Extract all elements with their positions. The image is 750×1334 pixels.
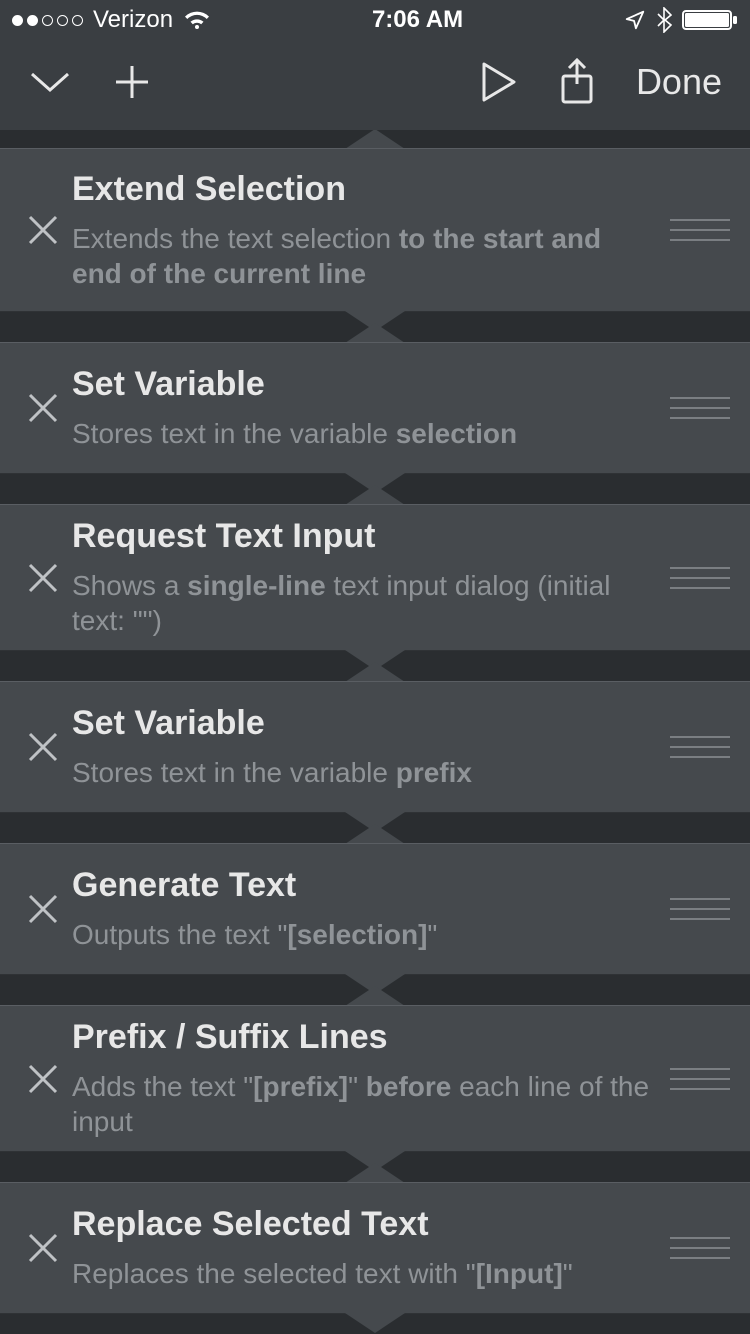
desc-bold: single-line — [187, 570, 325, 601]
step-description: Stores text in the variable prefix — [72, 755, 654, 790]
step-body: Replace Selected Text Replaces the select… — [72, 1205, 670, 1291]
step-title: Extend Selection — [72, 170, 654, 209]
desc-text: Stores text in the variable — [72, 418, 396, 449]
collapse-button[interactable] — [28, 68, 72, 96]
delete-step-button[interactable] — [20, 730, 66, 764]
reorder-handle-icon[interactable] — [670, 898, 730, 920]
status-bar: Verizon 7:06 AM — [0, 0, 750, 40]
step-description: Outputs the text "[selection]" — [72, 917, 654, 952]
desc-bold: prefix — [396, 757, 472, 788]
workflow-step-extend-selection[interactable]: Extend Selection Extends the text selecti… — [0, 148, 750, 312]
desc-bold: [Input] — [476, 1258, 563, 1289]
desc-text: Shows a — [72, 570, 187, 601]
desc-text: Extends the text selection — [72, 223, 399, 254]
steps-end-connector — [0, 1314, 750, 1334]
workflow-step-request-text-input[interactable]: Request Text Input Shows a single-line te… — [0, 504, 750, 651]
desc-text: " — [348, 1071, 366, 1102]
carrier-label: Verizon — [93, 6, 173, 34]
desc-bold: [selection] — [287, 919, 427, 950]
add-button[interactable] — [112, 62, 152, 102]
status-right — [624, 7, 738, 33]
workflow-steps: Extend Selection Extends the text selecti… — [0, 130, 750, 1334]
wifi-icon — [183, 9, 211, 31]
step-connector — [0, 651, 750, 681]
step-body: Prefix / Suffix Lines Adds the text "[pre… — [72, 1018, 670, 1139]
delete-step-button[interactable] — [20, 1062, 66, 1096]
step-connector — [0, 1152, 750, 1182]
desc-text: Stores text in the variable — [72, 757, 396, 788]
step-description: Shows a single-line text input dialog (i… — [72, 568, 654, 638]
step-body: Set Variable Stores text in the variable … — [72, 365, 670, 451]
reorder-handle-icon[interactable] — [670, 1237, 730, 1259]
status-left: Verizon — [12, 6, 211, 34]
delete-step-button[interactable] — [20, 892, 66, 926]
step-title: Set Variable — [72, 365, 654, 404]
step-description: Replaces the selected text with "[Input]… — [72, 1256, 654, 1291]
reorder-handle-icon[interactable] — [670, 736, 730, 758]
step-body: Request Text Input Shows a single-line te… — [72, 517, 670, 638]
desc-text: Outputs the text " — [72, 919, 287, 950]
status-time: 7:06 AM — [372, 6, 463, 34]
desc-text: Replaces the selected text with " — [72, 1258, 476, 1289]
reorder-handle-icon[interactable] — [670, 567, 730, 589]
workflow-step-set-variable-selection[interactable]: Set Variable Stores text in the variable … — [0, 342, 750, 474]
step-connector — [0, 130, 750, 148]
desc-bold: [prefix] — [253, 1071, 348, 1102]
share-button[interactable] — [558, 58, 596, 106]
workflow-step-set-variable-prefix[interactable]: Set Variable Stores text in the variable … — [0, 681, 750, 813]
bluetooth-icon — [656, 7, 672, 33]
signal-strength-icon — [12, 15, 83, 26]
toolbar: Done — [0, 40, 750, 130]
step-title: Set Variable — [72, 704, 654, 743]
step-title: Generate Text — [72, 866, 654, 905]
step-connector — [0, 474, 750, 504]
step-description: Adds the text "[prefix]" before each lin… — [72, 1069, 654, 1139]
battery-icon — [682, 8, 738, 32]
reorder-handle-icon[interactable] — [670, 397, 730, 419]
delete-step-button[interactable] — [20, 1231, 66, 1265]
step-body: Generate Text Outputs the text "[selectio… — [72, 866, 670, 952]
workflow-step-prefix-suffix-lines[interactable]: Prefix / Suffix Lines Adds the text "[pre… — [0, 1005, 750, 1152]
desc-bold: before — [366, 1071, 452, 1102]
workflow-step-replace-selected-text[interactable]: Replace Selected Text Replaces the select… — [0, 1182, 750, 1314]
play-button[interactable] — [478, 60, 518, 104]
location-icon — [624, 9, 646, 31]
step-title: Replace Selected Text — [72, 1205, 654, 1244]
delete-step-button[interactable] — [20, 561, 66, 595]
step-description: Extends the text selection to the start … — [72, 221, 654, 291]
delete-step-button[interactable] — [20, 391, 66, 425]
reorder-handle-icon[interactable] — [670, 219, 730, 241]
desc-text: " — [427, 919, 437, 950]
step-description: Stores text in the variable selection — [72, 416, 654, 451]
delete-step-button[interactable] — [20, 213, 66, 247]
reorder-handle-icon[interactable] — [670, 1068, 730, 1090]
step-body: Set Variable Stores text in the variable … — [72, 704, 670, 790]
step-title: Prefix / Suffix Lines — [72, 1018, 654, 1057]
step-body: Extend Selection Extends the text selecti… — [72, 170, 670, 291]
step-title: Request Text Input — [72, 517, 654, 556]
step-connector — [0, 312, 750, 342]
desc-bold: selection — [396, 418, 517, 449]
step-connector — [0, 813, 750, 843]
step-connector — [0, 975, 750, 1005]
done-button[interactable]: Done — [636, 61, 722, 103]
workflow-step-generate-text[interactable]: Generate Text Outputs the text "[selectio… — [0, 843, 750, 975]
desc-text: Adds the text " — [72, 1071, 253, 1102]
desc-text: " — [563, 1258, 573, 1289]
